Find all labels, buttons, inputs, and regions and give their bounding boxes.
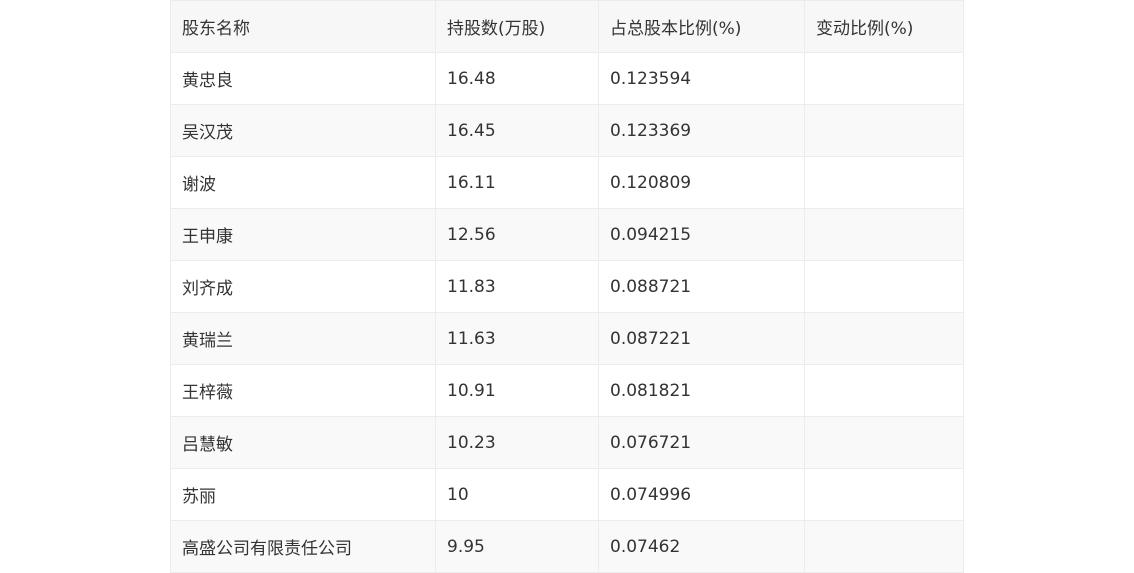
cell-share-ratio: 0.074996 [598, 468, 805, 521]
cell-shareholder-name: 谢波 [170, 156, 436, 209]
cell-shares-held: 16.48 [435, 52, 599, 105]
cell-shares-held: 9.95 [435, 520, 599, 573]
cell-shares-held: 16.45 [435, 104, 599, 157]
table-body: 黄忠良 16.48 0.123594 吴汉茂 16.45 0.123369 谢波… [170, 52, 964, 573]
cell-shareholder-name: 刘齐成 [170, 260, 436, 313]
cell-change-ratio [804, 52, 964, 105]
cell-shares-held: 10 [435, 468, 599, 521]
shareholder-table-container: 股东名称 持股数(万股) 占总股本比例(%) 变动比例(%) 黄忠良 16.48… [170, 0, 964, 573]
cell-shareholder-name: 苏丽 [170, 468, 436, 521]
table-row: 刘齐成 11.83 0.088721 [170, 260, 964, 313]
table-row: 黄忠良 16.48 0.123594 [170, 52, 964, 105]
cell-share-ratio: 0.120809 [598, 156, 805, 209]
cell-share-ratio: 0.07462 [598, 520, 805, 573]
cell-shares-held: 10.23 [435, 416, 599, 469]
cell-shareholder-name: 吕慧敏 [170, 416, 436, 469]
table-row: 王申康 12.56 0.094215 [170, 208, 964, 261]
cell-change-ratio [804, 208, 964, 261]
cell-share-ratio: 0.076721 [598, 416, 805, 469]
cell-change-ratio [804, 156, 964, 209]
cell-change-ratio [804, 364, 964, 417]
header-row: 股东名称 持股数(万股) 占总股本比例(%) 变动比例(%) [170, 0, 964, 53]
cell-shares-held: 11.63 [435, 312, 599, 365]
header-shareholder-name: 股东名称 [170, 0, 436, 53]
cell-change-ratio [804, 520, 964, 573]
cell-shares-held: 10.91 [435, 364, 599, 417]
table-row: 王梓薇 10.91 0.081821 [170, 364, 964, 417]
cell-shares-held: 12.56 [435, 208, 599, 261]
cell-shareholder-name: 王梓薇 [170, 364, 436, 417]
cell-change-ratio [804, 260, 964, 313]
header-share-ratio: 占总股本比例(%) [598, 0, 805, 53]
cell-share-ratio: 0.088721 [598, 260, 805, 313]
table-row: 苏丽 10 0.074996 [170, 468, 964, 521]
cell-share-ratio: 0.087221 [598, 312, 805, 365]
cell-share-ratio: 0.081821 [598, 364, 805, 417]
table-row: 吴汉茂 16.45 0.123369 [170, 104, 964, 157]
cell-change-ratio [804, 104, 964, 157]
cell-change-ratio [804, 416, 964, 469]
header-change-ratio: 变动比例(%) [804, 0, 964, 53]
cell-share-ratio: 0.123594 [598, 52, 805, 105]
cell-shareholder-name: 吴汉茂 [170, 104, 436, 157]
cell-shares-held: 16.11 [435, 156, 599, 209]
cell-change-ratio [804, 468, 964, 521]
table-row: 高盛公司有限责任公司 9.95 0.07462 [170, 520, 964, 573]
cell-shareholder-name: 高盛公司有限责任公司 [170, 520, 436, 573]
table-row: 谢波 16.11 0.120809 [170, 156, 964, 209]
cell-shareholder-name: 王申康 [170, 208, 436, 261]
table-header: 股东名称 持股数(万股) 占总股本比例(%) 变动比例(%) [170, 0, 964, 53]
header-shares-held: 持股数(万股) [435, 0, 599, 53]
cell-share-ratio: 0.123369 [598, 104, 805, 157]
cell-shareholder-name: 黄忠良 [170, 52, 436, 105]
cell-shareholder-name: 黄瑞兰 [170, 312, 436, 365]
shareholder-table: 股东名称 持股数(万股) 占总股本比例(%) 变动比例(%) 黄忠良 16.48… [170, 0, 964, 573]
table-row: 吕慧敏 10.23 0.076721 [170, 416, 964, 469]
cell-change-ratio [804, 312, 964, 365]
table-row: 黄瑞兰 11.63 0.087221 [170, 312, 964, 365]
cell-shares-held: 11.83 [435, 260, 599, 313]
cell-share-ratio: 0.094215 [598, 208, 805, 261]
